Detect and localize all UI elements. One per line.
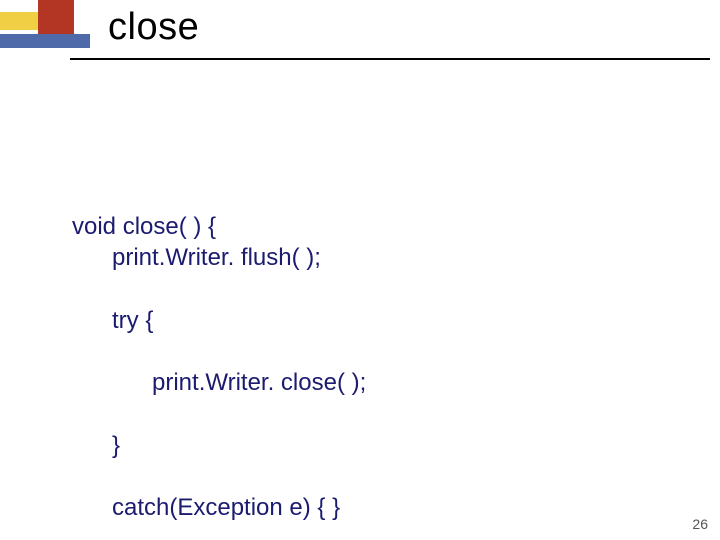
slide-title: close [108,6,199,49]
code-block: void close( ) { print.Writer. flush( ); … [72,180,366,540]
corner-logo [0,0,90,60]
code-line-4: print.Writer. close( ); [72,367,366,398]
code-line-1: void close( ) { [72,213,216,240]
code-line-5: } [72,430,366,461]
code-line-6: catch(Exception e) { } [72,492,366,523]
page-number: 26 [692,516,708,532]
code-line-3: try { [72,305,366,336]
logo-blue-block [0,34,90,48]
logo-red-block [38,0,74,36]
title-underline [70,58,710,60]
code-line-2: print.Writer. flush( ); [72,242,366,273]
